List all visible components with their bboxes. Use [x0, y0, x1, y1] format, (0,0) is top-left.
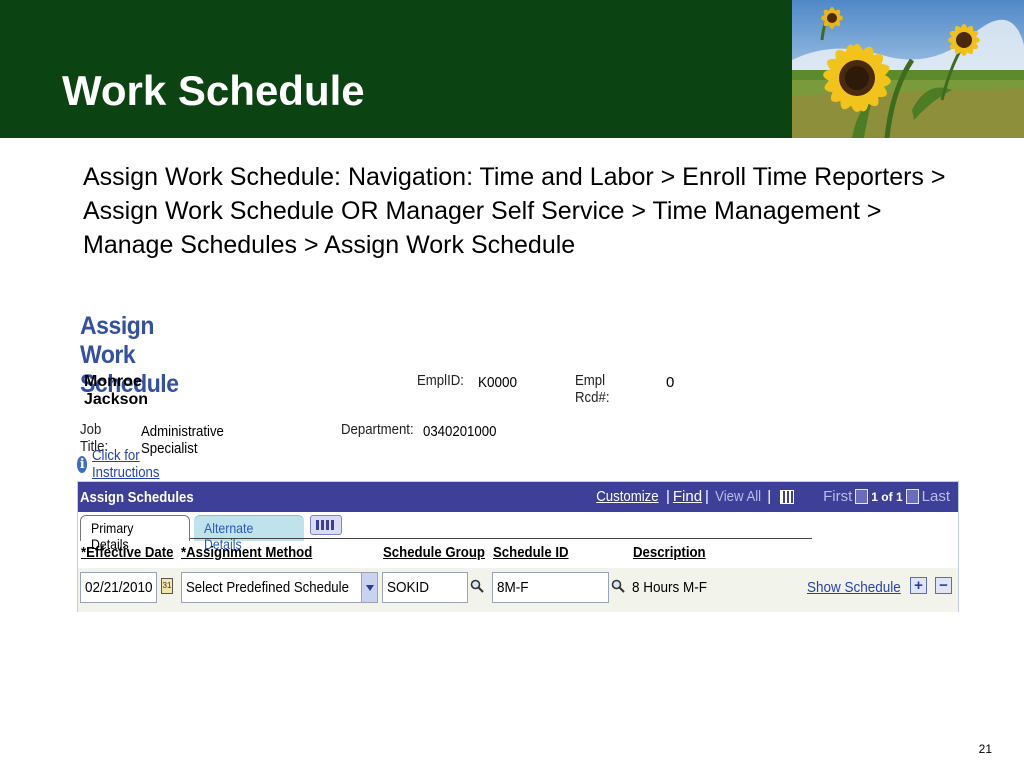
- description-value: 8 Hours M-F: [632, 579, 708, 596]
- row-range: 1 of 1: [871, 489, 903, 504]
- column-header-description[interactable]: Description: [633, 544, 706, 561]
- tab-underline: [190, 538, 812, 539]
- previous-icon[interactable]: [855, 489, 869, 504]
- instructions-row: i Click for Instructions: [77, 447, 176, 481]
- dropdown-arrow-icon[interactable]: [361, 573, 377, 602]
- show-schedule-link[interactable]: Show Schedule: [807, 579, 901, 596]
- customize-link[interactable]: Customize: [596, 488, 658, 505]
- info-icon: i: [77, 455, 88, 473]
- instructions-link[interactable]: Click for Instructions: [92, 447, 165, 481]
- column-header-effective-date[interactable]: *Effective Date: [81, 544, 173, 561]
- lookup-magnifier-icon[interactable]: [470, 579, 484, 593]
- next-icon[interactable]: [905, 489, 919, 504]
- slide-title: Work Schedule: [62, 67, 365, 114]
- grid-view-icon[interactable]: [780, 489, 795, 504]
- empl-rcd-label: Empl Rcd#:: [575, 372, 610, 406]
- effective-date-value: 02/21/2010: [85, 579, 153, 596]
- last-link[interactable]: Last: [922, 488, 950, 505]
- lookup-magnifier-icon[interactable]: [611, 579, 625, 593]
- column-header-schedule-group[interactable]: Schedule Group: [383, 544, 485, 561]
- separator: |: [665, 488, 670, 505]
- table-row: 02/21/2010 31 Select Predefined Schedule…: [78, 568, 958, 612]
- add-row-icon[interactable]: +: [910, 577, 927, 594]
- view-all-link[interactable]: View All: [715, 488, 761, 505]
- grid-navigation: Customize | Find | View All | First 1 of…: [592, 488, 950, 505]
- schedule-id-input[interactable]: 8M-F: [492, 572, 609, 603]
- grid-tabs: Primary Details Alternate Details: [78, 512, 958, 552]
- emplid-label: EmplID:: [417, 372, 464, 389]
- assignment-method-select[interactable]: Select Predefined Schedule: [181, 572, 378, 603]
- grid-title: Assign Schedules: [80, 489, 194, 506]
- assignment-method-value: Select Predefined Schedule: [186, 579, 349, 596]
- department-label: Department:: [341, 421, 414, 438]
- emplid-value: K0000: [478, 374, 518, 391]
- assign-schedules-grid: Assign Schedules Customize | Find | View…: [77, 481, 959, 612]
- empl-rcd-value: 0: [666, 374, 675, 391]
- show-all-tabs-icon[interactable]: [310, 515, 342, 535]
- separator: |: [705, 488, 709, 505]
- slide-header-banner: Work Schedule: [0, 0, 1024, 138]
- delete-row-icon[interactable]: −: [935, 577, 952, 594]
- column-header-schedule-id[interactable]: Schedule ID: [493, 544, 569, 561]
- effective-date-input[interactable]: 02/21/2010: [80, 572, 157, 603]
- column-header-assignment-method[interactable]: *Assignment Method: [181, 544, 312, 561]
- separator: |: [767, 488, 772, 505]
- schedule-group-input[interactable]: SOKID: [382, 572, 468, 603]
- tab-primary-details[interactable]: Primary Details: [80, 515, 190, 552]
- department-value: 0340201000: [423, 423, 497, 440]
- employee-name: Monroe Jackson: [84, 373, 149, 408]
- slide-page-number: 21: [978, 742, 992, 756]
- find-link[interactable]: Find: [673, 488, 702, 505]
- first-link[interactable]: First: [823, 488, 852, 505]
- navigation-instructions: Assign Work Schedule: Navigation: Time a…: [83, 163, 946, 259]
- schedule-id-value: 8M-F: [497, 579, 529, 596]
- calendar-icon[interactable]: 31: [161, 578, 173, 594]
- sunflower-photo: [792, 0, 1024, 138]
- schedule-group-value: SOKID: [387, 579, 430, 596]
- grid-header-bar: Assign Schedules Customize | Find | View…: [78, 482, 958, 512]
